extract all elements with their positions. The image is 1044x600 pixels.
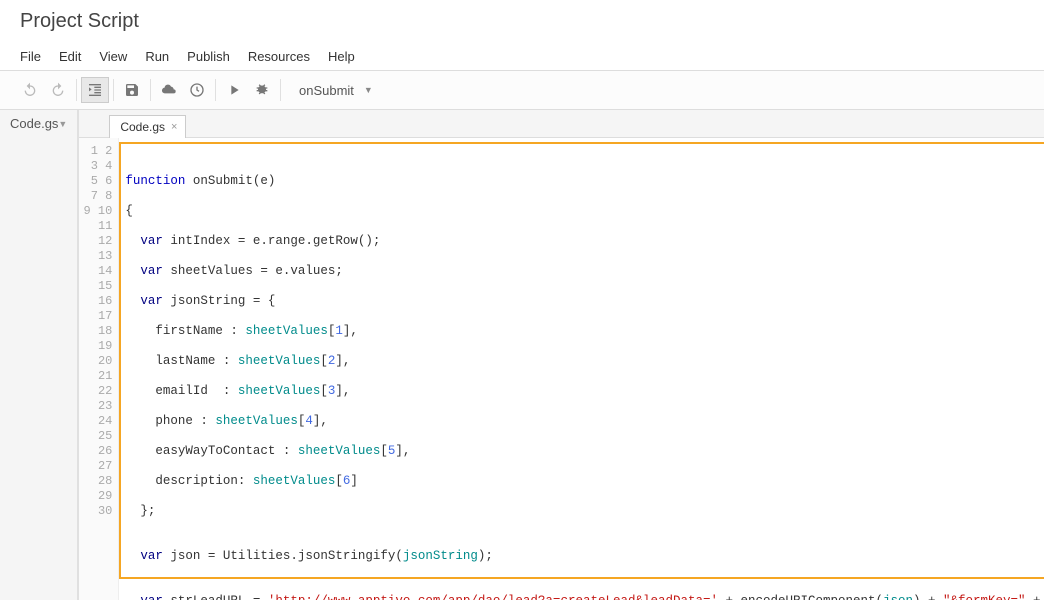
chevron-down-icon: ▼ [58,119,67,129]
run-button[interactable] [220,77,248,103]
menubar: File Edit View Run Publish Resources Hel… [0,49,1044,71]
redo-button[interactable] [44,77,72,103]
code-editor[interactable]: 1 2 3 4 5 6 7 8 9 10 11 12 13 14 15 16 1… [79,138,1044,600]
chevron-down-icon: ▼ [364,85,373,95]
page-title: Project Script [20,10,1024,33]
menu-view[interactable]: View [99,49,127,64]
workspace: Code.gs ▼ Code.gs × 1 2 3 4 5 6 7 8 9 10… [0,110,1044,600]
triggers-button[interactable] [183,77,211,103]
tab-code[interactable]: Code.gs × [109,115,186,138]
cloud-button[interactable] [155,77,183,103]
tab-label: Code.gs [120,120,165,134]
menu-resources[interactable]: Resources [248,49,310,64]
close-icon[interactable]: × [171,121,177,133]
header: Project Script [0,0,1044,49]
undo-button[interactable] [16,77,44,103]
sidebar: Code.gs ▼ [0,110,78,600]
toolbar: onSubmit ▼ [0,71,1044,110]
menu-edit[interactable]: Edit [59,49,81,64]
menu-file[interactable]: File [20,49,41,64]
function-select[interactable]: onSubmit ▼ [293,81,379,100]
sidebar-file-label: Code.gs [10,116,58,131]
save-button[interactable] [118,77,146,103]
menu-run[interactable]: Run [145,49,169,64]
indent-button[interactable] [81,77,109,103]
menu-help[interactable]: Help [328,49,355,64]
menu-publish[interactable]: Publish [187,49,230,64]
function-select-label: onSubmit [299,83,354,98]
sidebar-file-item[interactable]: Code.gs ▼ [0,110,77,137]
tab-bar: Code.gs × [79,110,1044,138]
editor-panel: Code.gs × 1 2 3 4 5 6 7 8 9 10 11 12 13 … [79,110,1044,600]
code-area[interactable]: function onSubmit(e) { var intIndex = e.… [119,138,1044,600]
debug-button[interactable] [248,77,276,103]
line-gutter: 1 2 3 4 5 6 7 8 9 10 11 12 13 14 15 16 1… [79,138,119,600]
